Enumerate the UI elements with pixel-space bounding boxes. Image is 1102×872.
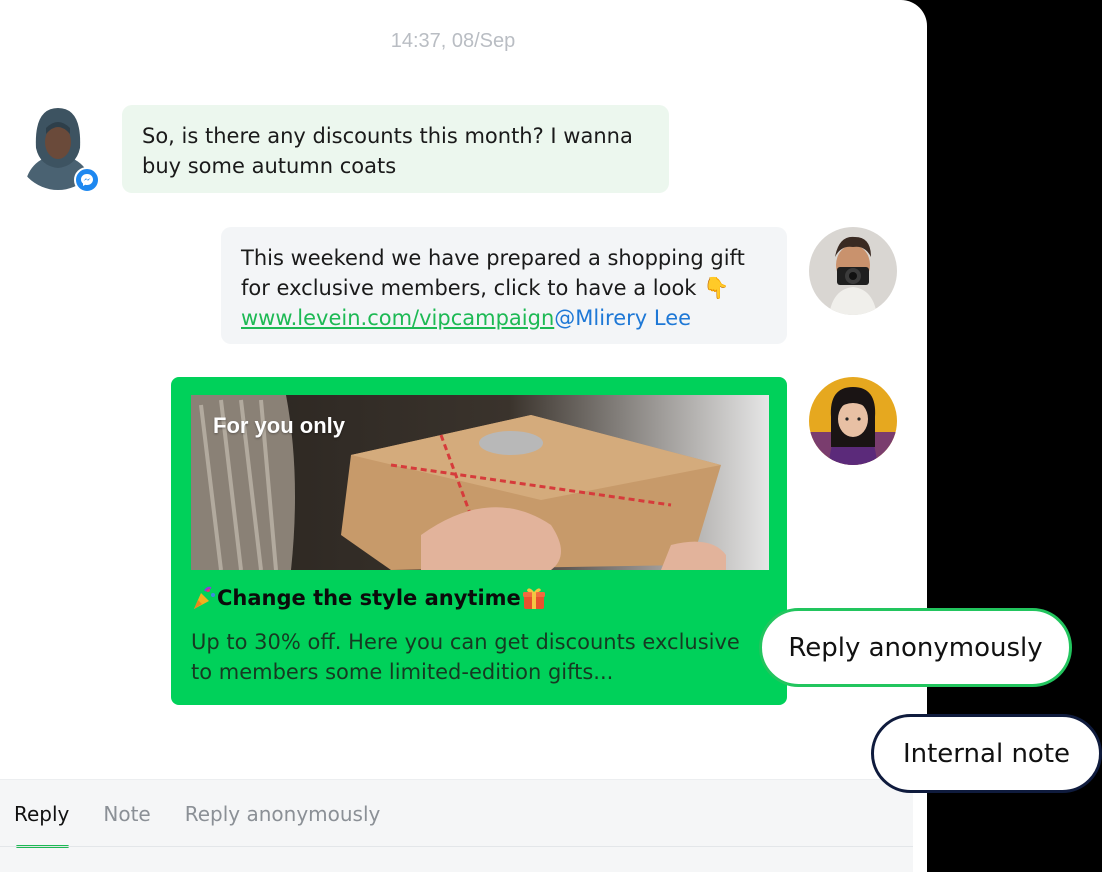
promo-card[interactable]: For you only Change the style anytime Up… [171, 377, 787, 705]
incoming-message-text: So, is there any discounts this month? I… [142, 124, 633, 178]
photographer-avatar-image [809, 227, 897, 315]
messenger-icon [74, 167, 100, 193]
card-title: Change the style anytime [191, 585, 547, 611]
customer-avatar[interactable] [16, 104, 102, 193]
pointing-down-emoji: 👇 [703, 276, 730, 300]
party-popper-icon [191, 585, 217, 611]
outgoing-message-text: This weekend we have prepared a shopping… [241, 246, 745, 300]
gift-icon [521, 585, 547, 611]
message-timestamp: 14:37, 08/Sep [390, 30, 516, 52]
reply-anonymously-button[interactable]: Reply anonymously [759, 608, 1072, 687]
composer-tabs: Reply Note Reply anonymously [14, 802, 380, 848]
girl-avatar-image [809, 377, 897, 465]
incoming-message-bubble: So, is there any discounts this month? I… [122, 105, 669, 193]
tab-note[interactable]: Note [103, 802, 150, 848]
reply-composer: Reply Note Reply anonymously [0, 779, 913, 872]
card-tag: For you only [213, 413, 345, 438]
composer-divider [0, 846, 913, 847]
user-mention[interactable]: @Mlirery Lee [554, 306, 691, 330]
card-description: Up to 30% off. Here you can get discount… [191, 630, 740, 684]
internal-note-button[interactable]: Internal note [871, 714, 1102, 793]
tab-reply[interactable]: Reply [14, 802, 70, 848]
chat-panel: 14:37, 08/Sep So, is there any discounts… [0, 0, 927, 872]
campaign-link[interactable]: www.levein.com/vipcampaign [241, 306, 554, 330]
outgoing-message-bubble: This weekend we have prepared a shopping… [221, 227, 787, 344]
agent-avatar-girl[interactable] [809, 377, 897, 465]
tab-reply-anonymously[interactable]: Reply anonymously [185, 802, 381, 848]
agent-avatar-photographer[interactable] [809, 227, 897, 315]
gift-box-image: For you only [191, 395, 769, 570]
card-title-text: Change the style anytime [217, 586, 521, 610]
